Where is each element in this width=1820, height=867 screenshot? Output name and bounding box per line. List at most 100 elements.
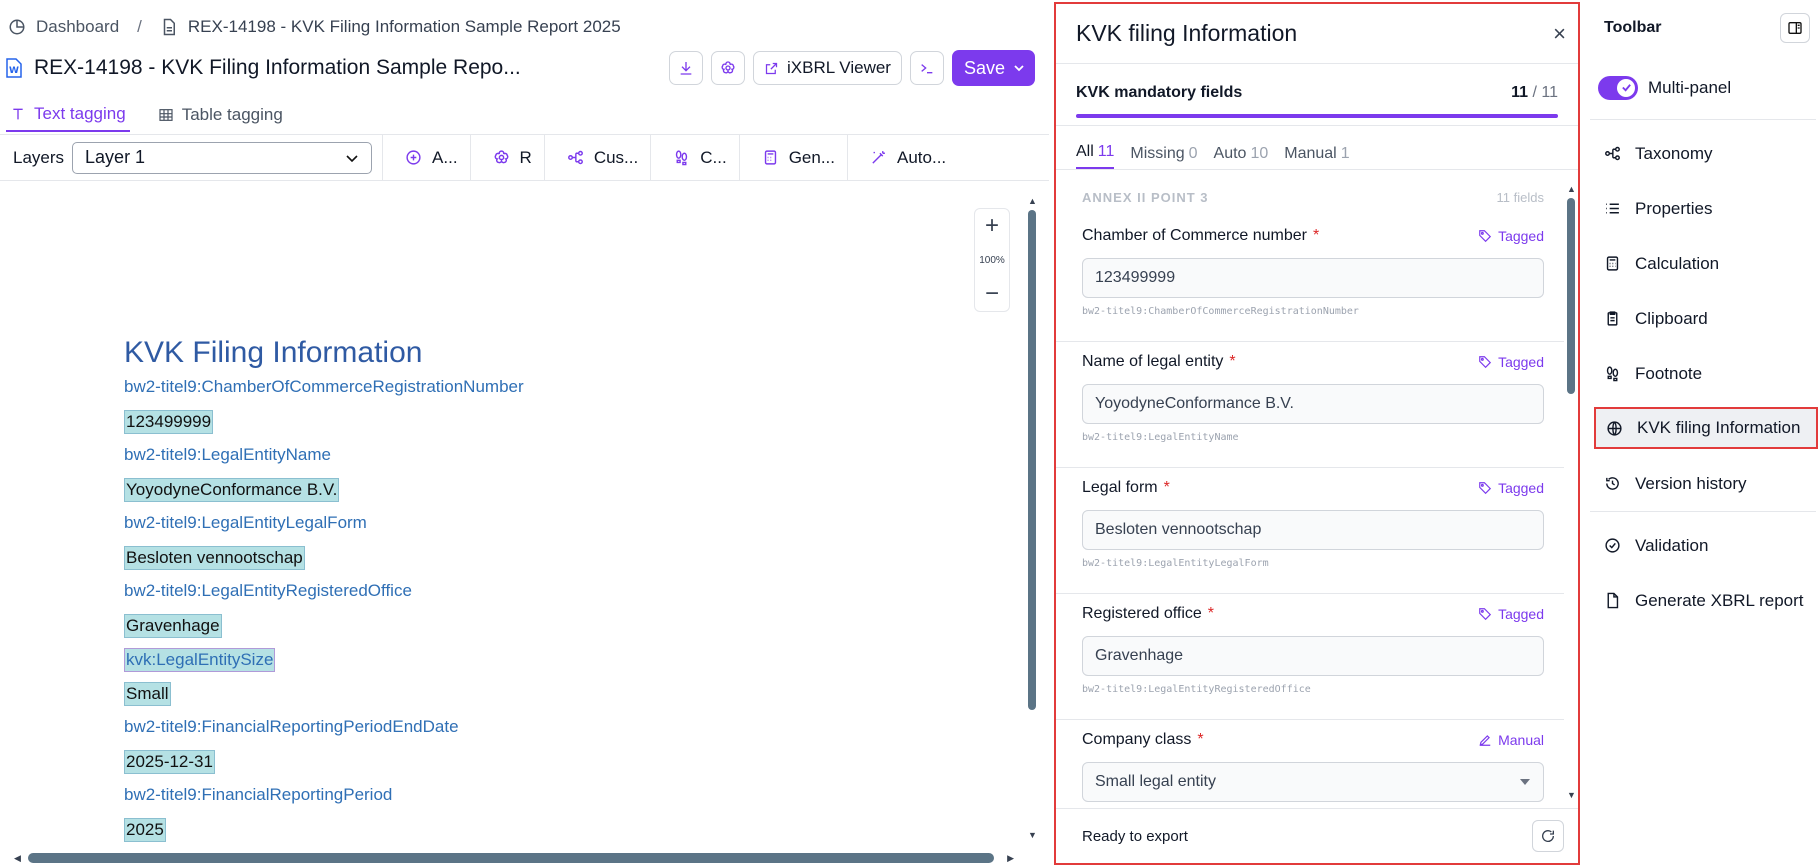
multipanel-toggle[interactable] bbox=[1598, 75, 1638, 100]
ixbrl-viewer-button[interactable]: iXBRL Viewer bbox=[753, 51, 902, 85]
zoom-in-button[interactable]: + bbox=[985, 213, 999, 239]
toolbar-group-panels: Taxonomy Properties Calculation Clipboard Fo… bbox=[1590, 120, 1820, 511]
field-status-badge[interactable]: Tagged bbox=[1478, 354, 1544, 370]
field-status-badge[interactable]: Tagged bbox=[1478, 606, 1544, 622]
scroll-thumb[interactable] bbox=[1567, 198, 1575, 394]
toolbar-item-kvk-filing-information[interactable]: KVK filing Information bbox=[1594, 407, 1818, 449]
right-toolbar: Toolbar Multi-panel Taxonomy Properties Ca… bbox=[1590, 0, 1820, 867]
tool-c[interactable]: C... bbox=[650, 134, 738, 181]
tool-auto[interactable]: Auto... bbox=[847, 134, 958, 181]
filter-tab-manual[interactable]: Manual 1 bbox=[1284, 145, 1349, 169]
field-select[interactable]: Small legal entity bbox=[1082, 762, 1544, 802]
zoom-controls: + 100% − bbox=[974, 208, 1010, 312]
console-button[interactable] bbox=[909, 51, 944, 85]
field-status-label: Tagged bbox=[1498, 480, 1544, 496]
refresh-button[interactable] bbox=[1532, 820, 1564, 852]
tagged-fact[interactable]: Gravenhage bbox=[124, 614, 222, 638]
scroll-down-arrow[interactable]: ▼ bbox=[1028, 830, 1037, 840]
field-status-label: Manual bbox=[1498, 732, 1544, 748]
sidebar-icon bbox=[1788, 22, 1802, 34]
tagged-fact[interactable]: YoyodyneConformance B.V. bbox=[124, 478, 340, 502]
field-qname: bw2-titel9:LegalEntityName bbox=[1082, 432, 1239, 443]
scroll-up-arrow[interactable]: ▲ bbox=[1028, 196, 1037, 206]
tag-icon bbox=[1479, 356, 1492, 369]
toolbar-item-label: Calculation bbox=[1635, 253, 1720, 273]
mandatory-progress-bar bbox=[1076, 114, 1558, 118]
calculator-icon bbox=[1606, 256, 1619, 271]
toolbar-item-clipboard[interactable]: Clipboard bbox=[1590, 291, 1820, 346]
field-qname: bw2-titel9:LegalEntityLegalForm bbox=[1082, 558, 1269, 569]
toolbar-item-label: Properties bbox=[1635, 198, 1713, 218]
scroll-right-arrow[interactable]: ▶ bbox=[1007, 853, 1014, 864]
document-horizontal-scrollbar[interactable]: ◀ ▶ bbox=[14, 853, 1014, 863]
chevron-down-icon bbox=[346, 154, 358, 162]
close-icon[interactable]: × bbox=[1553, 21, 1566, 47]
mandatory-total: / 11 bbox=[1532, 84, 1559, 101]
kvk-list-scrollbar[interactable]: ▲ ▼ bbox=[1566, 184, 1576, 800]
tab-table-tagging[interactable]: Table tagging bbox=[154, 98, 287, 132]
tagged-fact[interactable]: kvk:LegalEntitySize bbox=[124, 648, 276, 672]
field-status-badge[interactable]: Tagged bbox=[1478, 480, 1544, 496]
toolbar-item-taxonomy[interactable]: Taxonomy bbox=[1590, 126, 1820, 181]
download-button[interactable] bbox=[669, 51, 704, 85]
field-input[interactable]: Gravenhage bbox=[1082, 636, 1544, 676]
field-filter-tabs: All 11 Missing 0 Auto 10 Manual 1 bbox=[1056, 126, 1578, 170]
field-status-badge[interactable]: Manual bbox=[1478, 732, 1544, 748]
tab-text-tagging-label: Text tagging bbox=[34, 104, 126, 123]
field-qname: bw2-titel9:LegalEntityRegisteredOffice bbox=[1082, 684, 1311, 695]
settings-flower-button[interactable] bbox=[711, 51, 746, 85]
tab-text-tagging[interactable]: Text tagging bbox=[6, 98, 130, 132]
concept-text: bw2-titel9:ChamberOfCommerceRegistration… bbox=[124, 377, 524, 396]
toolbar-item-footnote[interactable]: Footnote bbox=[1590, 346, 1820, 401]
breadcrumb-dashboard-link[interactable]: Dashboard bbox=[36, 17, 119, 37]
external-link-icon bbox=[765, 62, 778, 74]
toolbar-group-actions: Validation Generate XBRL report bbox=[1590, 512, 1820, 628]
scroll-up-arrow[interactable]: ▲ bbox=[1567, 184, 1576, 194]
document-content: KVK Filing Information bw2-titel9:Chambe… bbox=[124, 336, 524, 852]
scroll-thumb[interactable] bbox=[1028, 210, 1036, 710]
tool-r[interactable]: R bbox=[469, 134, 544, 181]
save-button[interactable]: Save bbox=[951, 50, 1035, 86]
tagged-fact[interactable]: Besloten vennootschap bbox=[124, 546, 305, 570]
plus-circle-icon bbox=[406, 150, 421, 165]
tagged-fact[interactable]: 2025 bbox=[124, 818, 166, 842]
kvk-field: Name of legal entity * Tagged YoyodyneConfo… bbox=[1056, 342, 1564, 468]
field-input[interactable]: 123499999 bbox=[1082, 258, 1544, 298]
tool-add[interactable]: A... bbox=[382, 134, 470, 181]
filter-tab-all[interactable]: All 11 bbox=[1076, 143, 1115, 169]
toolbar-item-version-history[interactable]: Version history bbox=[1590, 456, 1820, 511]
tool-custom[interactable]: Cus... bbox=[543, 134, 650, 181]
field-status-badge[interactable]: Tagged bbox=[1478, 228, 1544, 244]
page-title: REX-14198 - KVK Filing Information Sampl… bbox=[34, 56, 521, 79]
filter-tab-auto[interactable]: Auto 10 bbox=[1214, 145, 1269, 169]
footprint-icon bbox=[676, 150, 688, 166]
section-header: ANNEX II POINT 3 11 fields bbox=[1056, 178, 1564, 216]
scroll-thumb[interactable] bbox=[28, 853, 994, 863]
toolbar-item-label: Clipboard bbox=[1635, 308, 1708, 328]
toolbar-item-validation[interactable]: Validation bbox=[1590, 518, 1820, 573]
panel-toggle-button[interactable] bbox=[1780, 13, 1810, 43]
field-input[interactable]: YoyodyneConformance B.V. bbox=[1082, 384, 1544, 424]
list-icon bbox=[1606, 203, 1619, 214]
document-vertical-scrollbar[interactable]: ▲ ▼ bbox=[1027, 196, 1037, 840]
save-label: Save bbox=[963, 57, 1005, 78]
breadcrumb: Dashboard / REX-14198 - KVK Filing Infor… bbox=[8, 15, 621, 39]
magic-wand-icon bbox=[872, 151, 885, 164]
multipanel-label: Multi-panel bbox=[1648, 77, 1732, 97]
tagged-fact[interactable]: 2025-12-31 bbox=[124, 750, 215, 774]
fields-container: Chamber of Commerce number * Tagged 1234999… bbox=[1056, 216, 1564, 810]
toolbar-item-properties[interactable]: Properties bbox=[1590, 181, 1820, 236]
toolbar-item-calculation[interactable]: Calculation bbox=[1590, 236, 1820, 291]
filter-tab-missing[interactable]: Missing 0 bbox=[1130, 145, 1197, 169]
scroll-down-arrow[interactable]: ▼ bbox=[1567, 790, 1576, 800]
document-concept-label: bw2-titel9:LegalEntityName bbox=[124, 444, 524, 478]
tool-generate[interactable]: Gen... bbox=[738, 134, 847, 181]
concept-text: bw2-titel9:LegalEntityLegalForm bbox=[124, 513, 367, 532]
tagged-fact[interactable]: 123499999 bbox=[124, 410, 214, 434]
scroll-left-arrow[interactable]: ◀ bbox=[14, 853, 21, 864]
layer-select[interactable]: Layer 1 bbox=[72, 141, 373, 174]
zoom-out-button[interactable]: − bbox=[985, 281, 999, 307]
toolbar-item-generate-xbrl-report[interactable]: Generate XBRL report bbox=[1590, 573, 1820, 628]
tagged-fact[interactable]: Small bbox=[124, 682, 171, 706]
field-input[interactable]: Besloten vennootschap bbox=[1082, 510, 1544, 550]
